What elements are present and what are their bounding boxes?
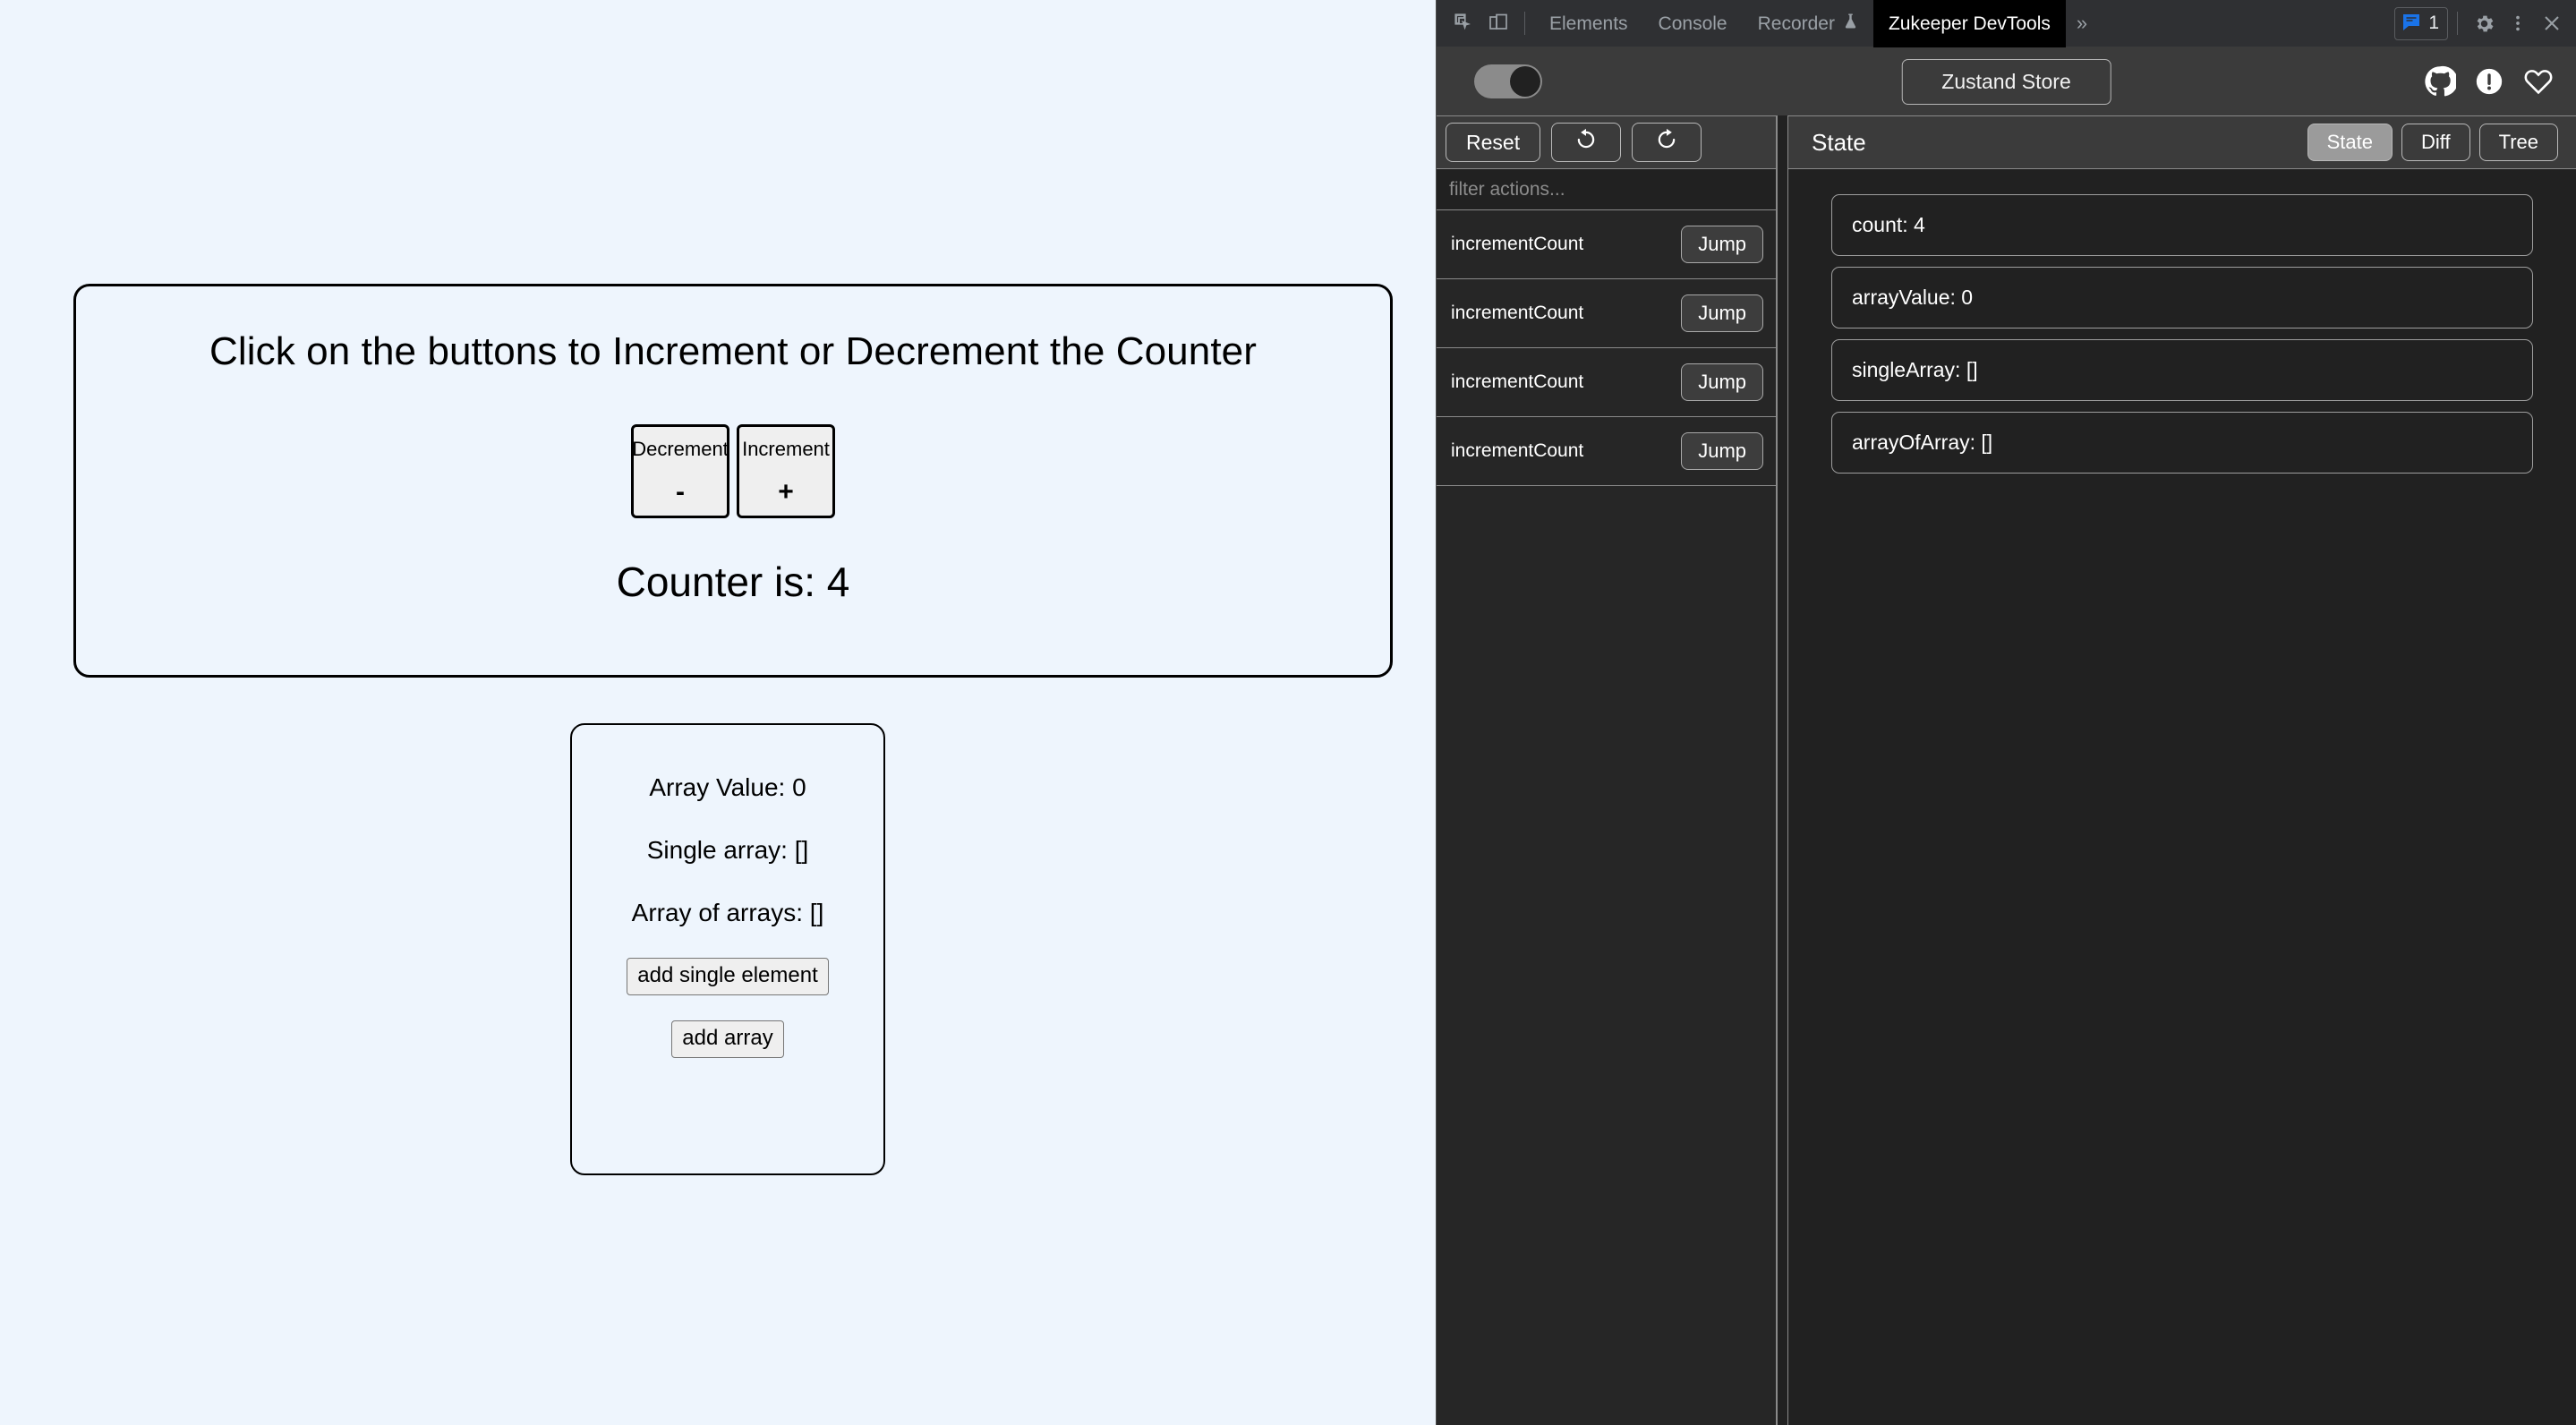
- zukeeper-header: Zustand Store: [1437, 47, 2576, 115]
- state-items-list: count: 4 arrayValue: 0 singleArray: [] a…: [1788, 169, 2576, 1425]
- decrement-button[interactable]: Decrement -: [631, 424, 729, 518]
- devtools-tab-bar: Elements Console Recorder Zukeeper DevTo…: [1437, 0, 2576, 47]
- state-item[interactable]: arrayValue: 0: [1831, 267, 2533, 329]
- tab-recorder-label: Recorder: [1757, 13, 1835, 34]
- state-item[interactable]: count: 4: [1831, 194, 2533, 256]
- tab-state[interactable]: State: [2307, 124, 2393, 161]
- action-name: incrementCount: [1451, 303, 1584, 323]
- minus-icon: -: [676, 477, 685, 507]
- web-page-viewport: Click on the buttons to Increment or Dec…: [0, 0, 1436, 1425]
- tab-console-label: Console: [1658, 13, 1727, 34]
- plus-icon: +: [778, 477, 794, 507]
- pane-resizer[interactable]: [1777, 115, 1788, 1425]
- array-card: Array Value: 0 Single array: [] Array of…: [570, 723, 885, 1175]
- increment-button[interactable]: Increment +: [737, 424, 835, 518]
- close-icon[interactable]: [2535, 6, 2569, 40]
- counter-button-row: Decrement - Increment +: [631, 424, 835, 518]
- action-name: incrementCount: [1451, 234, 1584, 254]
- action-list-item[interactable]: incrementCount Jump: [1437, 417, 1776, 486]
- array-value-text: Array Value: 0: [649, 773, 806, 801]
- action-name: incrementCount: [1451, 371, 1584, 392]
- reset-button[interactable]: Reset: [1446, 123, 1541, 162]
- redo-arrow-icon: [1653, 126, 1680, 158]
- issues-message-icon: [2401, 11, 2422, 37]
- actions-divider: [2457, 12, 2458, 35]
- state-view-tabs: State Diff Tree: [2307, 124, 2558, 161]
- decrement-button-label: Decrement: [632, 438, 729, 460]
- zukeeper-body: Reset filter actions... incrementCount J…: [1437, 115, 2576, 1425]
- action-name: incrementCount: [1451, 440, 1584, 461]
- action-list-item[interactable]: incrementCount Jump: [1437, 348, 1776, 417]
- tab-console[interactable]: Console: [1643, 0, 1743, 47]
- tab-elements[interactable]: Elements: [1534, 0, 1643, 47]
- add-array-button[interactable]: add array: [671, 1020, 784, 1058]
- tab-diff[interactable]: Diff: [2401, 124, 2470, 161]
- counter-value-text: Counter is: 4: [616, 559, 850, 605]
- flask-icon: [1843, 0, 1858, 47]
- tab-zukeeper-devtools-label: Zukeeper DevTools: [1888, 13, 2051, 34]
- jump-button[interactable]: Jump: [1681, 226, 1763, 263]
- actions-empty-area: [1437, 486, 1776, 1425]
- undo-button[interactable]: [1551, 123, 1622, 162]
- redo-button[interactable]: [1632, 123, 1702, 162]
- counter-instructions: Click on the buttons to Increment or Dec…: [209, 329, 1257, 373]
- action-list-item[interactable]: incrementCount Jump: [1437, 210, 1776, 279]
- tab-zukeeper-devtools[interactable]: Zukeeper DevTools: [1872, 0, 2066, 47]
- issues-counter-button[interactable]: 1: [2394, 6, 2448, 40]
- jump-button[interactable]: Jump: [1681, 294, 1763, 332]
- jump-button[interactable]: Jump: [1681, 432, 1763, 470]
- state-item[interactable]: arrayOfArray: []: [1831, 412, 2533, 474]
- filter-actions-input[interactable]: [1449, 178, 1763, 201]
- action-list-item[interactable]: incrementCount Jump: [1437, 279, 1776, 348]
- filter-actions-row: [1437, 169, 1776, 210]
- github-icon[interactable]: [2424, 65, 2456, 98]
- tab-tree[interactable]: Tree: [2478, 124, 2558, 161]
- device-toolbar-icon[interactable]: [1481, 6, 1515, 40]
- more-tabs-chevron-icon[interactable]: »: [2066, 12, 2098, 35]
- jump-button[interactable]: Jump: [1681, 363, 1763, 401]
- state-item[interactable]: singleArray: []: [1831, 339, 2533, 401]
- gear-icon[interactable]: [2467, 6, 2501, 40]
- vertical-dots-icon[interactable]: [2501, 6, 2535, 40]
- state-pane-header: State State Diff Tree: [1788, 115, 2576, 169]
- toolbar-divider: [1524, 12, 1525, 35]
- devtools-panel: Elements Console Recorder Zukeeper DevTo…: [1436, 0, 2576, 1425]
- array-of-arrays-text: Array of arrays: []: [631, 899, 824, 926]
- inspect-element-icon[interactable]: [1447, 6, 1481, 40]
- info-circle-icon[interactable]: [2474, 66, 2504, 97]
- undo-arrow-icon: [1573, 126, 1599, 158]
- counter-card: Click on the buttons to Increment or Dec…: [73, 284, 1393, 678]
- actions-pane: Reset filter actions... incrementCount J…: [1437, 115, 1777, 1425]
- toggle-knob: [1510, 66, 1540, 97]
- heart-icon[interactable]: [2522, 65, 2555, 98]
- tab-recorder[interactable]: Recorder: [1743, 0, 1873, 47]
- add-single-element-button[interactable]: add single element: [627, 958, 829, 995]
- actions-toolbar: Reset: [1437, 115, 1776, 169]
- issues-count: 1: [2428, 13, 2439, 33]
- single-array-text: Single array: []: [646, 836, 809, 864]
- tab-elements-label: Elements: [1549, 13, 1628, 34]
- state-pane-title: State: [1812, 128, 1866, 156]
- state-pane: State State Diff Tree count: 4 arrayValu…: [1788, 115, 2576, 1425]
- zukeeper-header-icons: [2424, 65, 2555, 98]
- increment-button-label: Increment: [742, 438, 830, 460]
- zustand-store-button[interactable]: Zustand Store: [1901, 58, 2111, 105]
- dark-mode-toggle[interactable]: [1474, 64, 1542, 98]
